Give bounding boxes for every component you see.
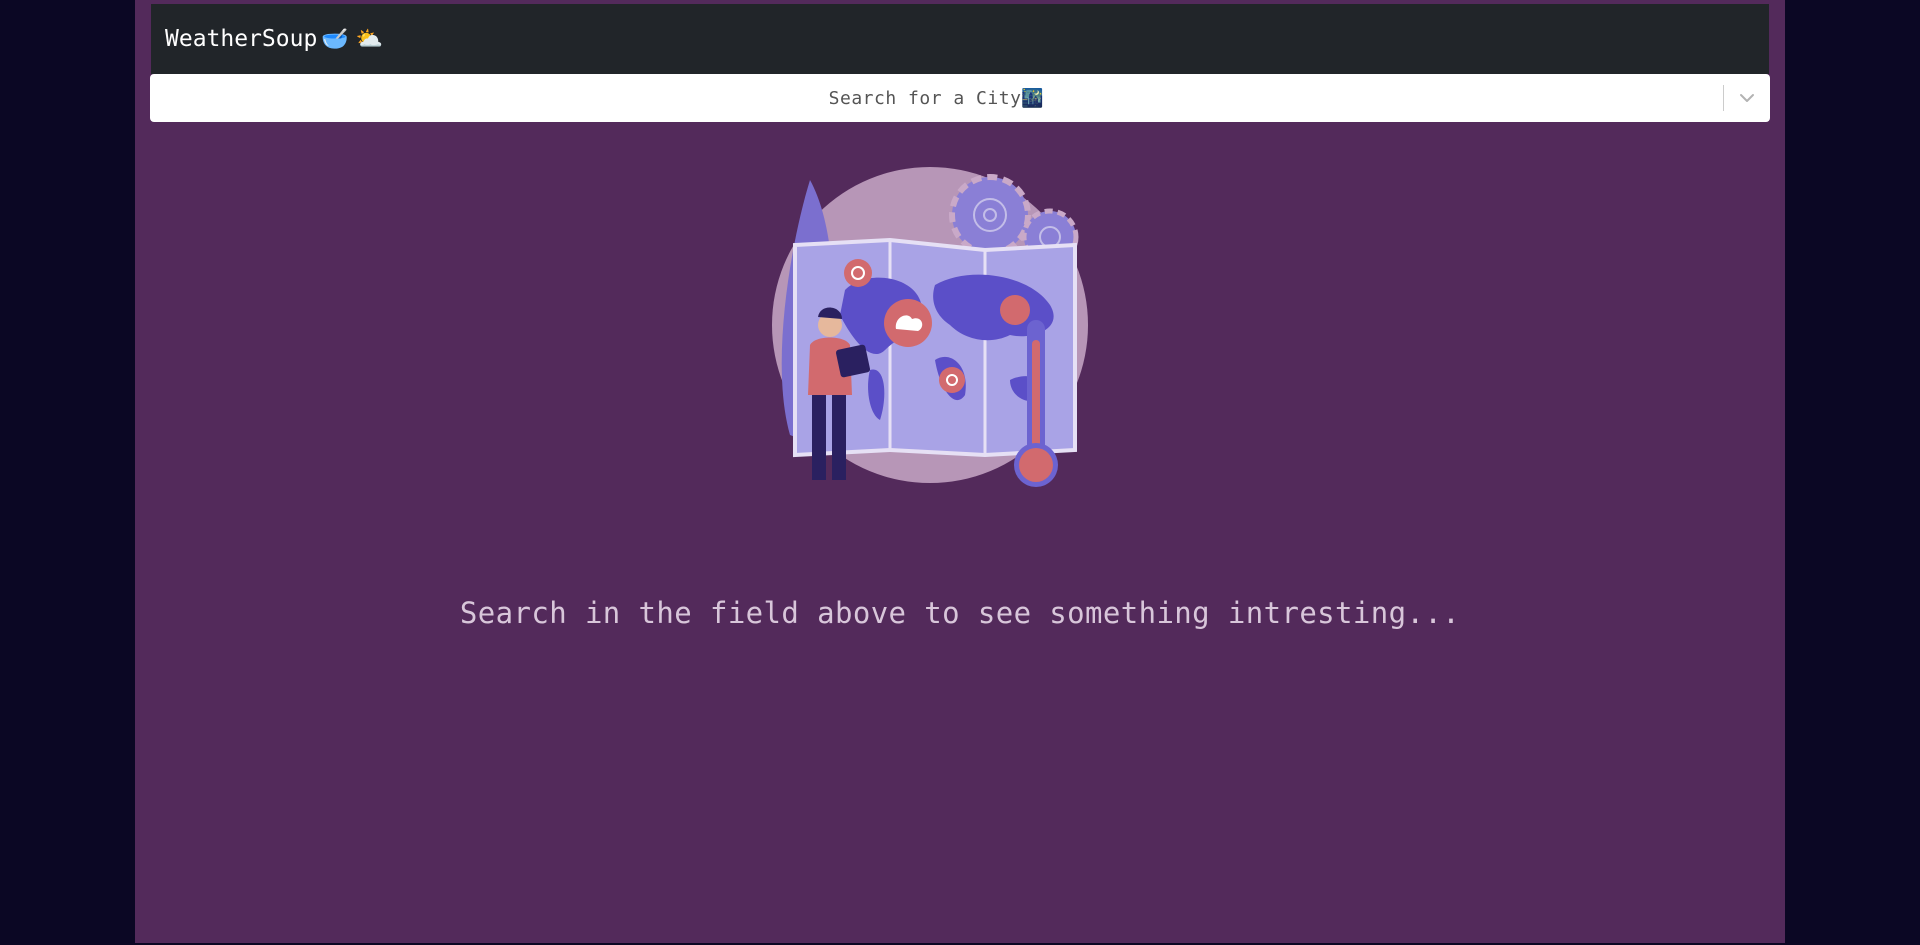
chevron-down-icon bbox=[1740, 94, 1754, 102]
city-search-select[interactable]: Search for a City🌃 bbox=[150, 74, 1770, 122]
app-container: WeatherSoup 🥣 ⛅ Search for a City🌃 Searc… bbox=[135, 0, 1785, 943]
brand-link[interactable]: WeatherSoup 🥣 ⛅ bbox=[165, 26, 383, 52]
gear-icon bbox=[949, 174, 1031, 256]
select-indicators bbox=[1723, 74, 1770, 122]
dropdown-button[interactable] bbox=[1724, 74, 1770, 122]
brand-name: WeatherSoup bbox=[165, 26, 318, 52]
brand-emoji-icons: 🥣 ⛅ bbox=[321, 26, 384, 52]
weather-map-illustration bbox=[772, 167, 1088, 487]
empty-state-message: Search in the field above to see somethi… bbox=[459, 596, 1461, 630]
search-placeholder[interactable]: Search for a City🌃 bbox=[150, 88, 1723, 109]
navbar: WeatherSoup 🥣 ⛅ bbox=[151, 4, 1769, 74]
